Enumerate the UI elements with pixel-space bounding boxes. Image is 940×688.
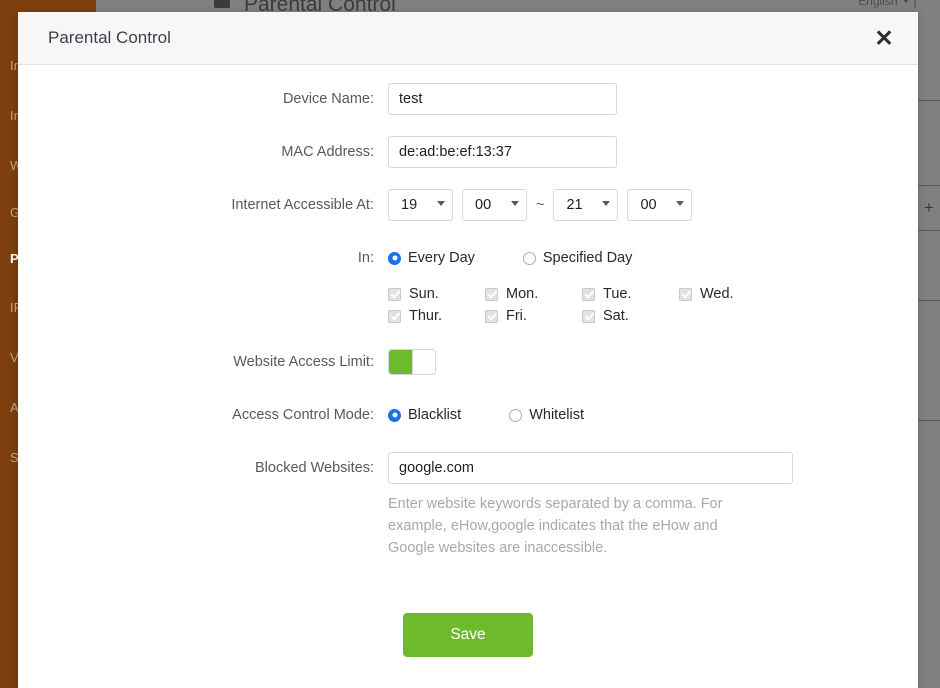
device-icon bbox=[214, 0, 230, 8]
start-hour-select[interactable]: 0001020304050607080910111213141516171819… bbox=[388, 189, 453, 221]
day-row: Sun. Mon. Tue. Wed. bbox=[388, 286, 918, 302]
end-minute-select-wrap: 00153045 bbox=[627, 189, 693, 221]
chevron-down-icon bbox=[901, 0, 910, 3]
days-grid: Sun. Mon. Tue. Wed. Thur. Fri. Sat. bbox=[388, 286, 918, 324]
access-control-mode-radio-group: Blacklist Whitelist bbox=[388, 399, 918, 431]
mac-address-row: MAC Address: bbox=[18, 136, 918, 168]
internet-accessible-at-label: Internet Accessible At: bbox=[231, 197, 374, 213]
language-label: English bbox=[858, 0, 898, 8]
radio-mark bbox=[388, 408, 401, 422]
end-minute-select[interactable]: 00153045 bbox=[627, 189, 693, 221]
day-row: Thur. Fri. Sat. bbox=[388, 308, 918, 324]
day-checkbox-thur: Thur. bbox=[388, 308, 485, 324]
checkbox-mark bbox=[582, 309, 595, 323]
day-label: Sat. bbox=[603, 308, 629, 324]
day-label: Thur. bbox=[409, 308, 443, 324]
day-label: Wed. bbox=[700, 286, 734, 302]
dialog-title: Parental Control bbox=[48, 28, 171, 47]
day-checkbox-sun: Sun. bbox=[388, 286, 485, 302]
day-checkbox-fri: Fri. bbox=[485, 308, 582, 324]
day-label: Tue. bbox=[603, 286, 632, 302]
radio-mark bbox=[509, 408, 523, 422]
device-name-label: Device Name: bbox=[282, 91, 374, 107]
day-checkbox-wed: Wed. bbox=[679, 286, 776, 302]
mac-address-input[interactable] bbox=[388, 136, 617, 168]
blocked-websites-label: Blocked Websites: bbox=[254, 460, 374, 476]
day-label: Fri. bbox=[506, 308, 527, 324]
blocked-websites-row: Blocked Websites: Enter website keywords… bbox=[18, 452, 918, 559]
save-button[interactable]: Save bbox=[403, 613, 533, 657]
internet-accessible-at-row: Internet Accessible At: 0001020304050607… bbox=[18, 189, 918, 221]
device-name-row: Device Name: bbox=[18, 83, 918, 115]
in-label: In: bbox=[357, 250, 374, 266]
radio-label: Blacklist bbox=[408, 407, 462, 423]
in-row: In: Every Day Specified Day bbox=[18, 242, 918, 274]
in-radio-group: Every Day Specified Day bbox=[388, 242, 918, 274]
start-minute-select-wrap: 00153045 bbox=[462, 189, 527, 221]
access-control-mode-row: Access Control Mode: Blacklist Whitelist bbox=[18, 399, 918, 431]
device-name-input[interactable] bbox=[388, 83, 617, 115]
radio-mark bbox=[388, 251, 401, 265]
save-row: Save bbox=[18, 613, 918, 657]
start-hour-select-wrap: 0001020304050607080910111213141516171819… bbox=[388, 189, 453, 221]
checkbox-mark bbox=[485, 309, 498, 323]
checkbox-mark bbox=[388, 287, 401, 301]
background-right-column bbox=[918, 0, 940, 688]
blocked-websites-input[interactable] bbox=[388, 452, 793, 484]
day-checkbox-tue: Tue. bbox=[582, 286, 679, 302]
radio-option-blacklist[interactable]: Blacklist bbox=[388, 407, 461, 423]
toggle-on-half bbox=[389, 350, 412, 374]
checkbox-mark bbox=[679, 287, 692, 301]
time-range-group: 0001020304050607080910111213141516171819… bbox=[388, 189, 918, 221]
toggle-off-half bbox=[412, 350, 435, 374]
time-range-separator: ~ bbox=[536, 197, 545, 213]
checkbox-mark bbox=[582, 287, 595, 301]
checkbox-mark bbox=[485, 287, 498, 301]
website-access-limit-toggle[interactable] bbox=[388, 349, 436, 375]
radio-label: Specified Day bbox=[542, 250, 633, 266]
dialog-body: Device Name: MAC Address: Internet Acces… bbox=[18, 65, 918, 657]
mac-address-label: MAC Address: bbox=[281, 144, 374, 160]
days-row: Sun. Mon. Tue. Wed. Thur. Fri. Sat. bbox=[18, 284, 918, 330]
radio-label: Whitelist bbox=[529, 407, 584, 423]
website-access-limit-label: Website Access Limit: bbox=[233, 354, 374, 370]
end-hour-select-wrap: 0001020304050607080910111213141516171819… bbox=[553, 189, 619, 221]
close-icon[interactable]: ✕ bbox=[870, 24, 898, 52]
checkbox-mark bbox=[388, 309, 401, 323]
radio-mark bbox=[522, 251, 536, 265]
day-label: Mon. bbox=[506, 286, 539, 302]
radio-label: Every Day bbox=[408, 250, 475, 266]
radio-option-every-day[interactable]: Every Day bbox=[388, 250, 475, 266]
access-control-mode-label: Access Control Mode: bbox=[232, 407, 374, 423]
dialog-header: Parental Control ✕ bbox=[18, 12, 918, 65]
add-device-button[interactable]: + bbox=[918, 185, 940, 231]
end-hour-select[interactable]: 0001020304050607080910111213141516171819… bbox=[553, 189, 619, 221]
radio-option-specified-day[interactable]: Specified Day bbox=[522, 250, 633, 266]
radio-option-whitelist[interactable]: Whitelist bbox=[509, 407, 584, 423]
start-minute-select[interactable]: 00153045 bbox=[462, 189, 527, 221]
parental-control-dialog: Parental Control ✕ Device Name: MAC Addr… bbox=[18, 12, 918, 688]
day-label: Sun. bbox=[409, 286, 439, 302]
header-separator: | bbox=[913, 0, 917, 8]
blocked-websites-help: Enter website keywords separated by a co… bbox=[388, 496, 723, 556]
day-checkbox-sat: Sat. bbox=[582, 308, 679, 324]
website-access-limit-row: Website Access Limit: bbox=[18, 346, 918, 378]
day-checkbox-mon: Mon. bbox=[485, 286, 582, 302]
